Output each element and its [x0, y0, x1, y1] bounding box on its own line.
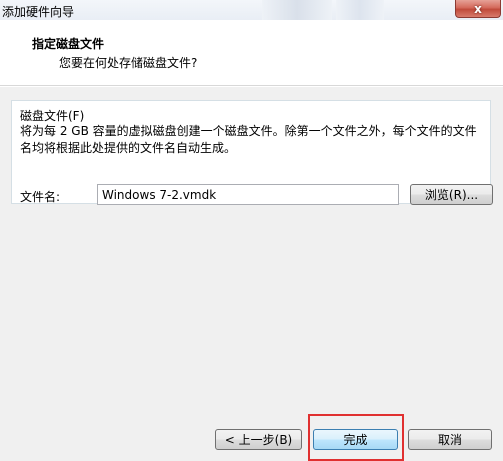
highlight-annotation-box — [308, 414, 404, 461]
browse-button[interactable]: 浏览(R)... — [410, 184, 493, 205]
filename-input[interactable] — [97, 184, 399, 205]
close-icon: x — [474, 1, 482, 16]
title-bar-decoration — [336, 0, 384, 20]
close-button[interactable]: x — [455, 0, 501, 18]
back-button[interactable]: < 上一步(B) — [215, 429, 302, 450]
disk-file-description: 将为每 2 GB 容量的虚拟磁盘创建一个磁盘文件。除第一个文件之外，每个文件的文… — [20, 124, 477, 155]
wizard-header: 指定磁盘文件 您要在何处存储磁盘文件? — [0, 20, 503, 86]
page-title: 指定磁盘文件 — [32, 37, 105, 51]
disk-file-group: 磁盘文件(F) 将为每 2 GB 容量的虚拟磁盘创建一个磁盘文件。除第一个文件之… — [11, 100, 493, 205]
title-bar-decoration — [262, 0, 332, 20]
add-hardware-wizard-window: 添加硬件向导 x 指定磁盘文件 您要在何处存储磁盘文件? 磁盘文件(F) 将为每… — [0, 0, 503, 461]
wizard-body: 磁盘文件(F) 将为每 2 GB 容量的虚拟磁盘创建一个磁盘文件。除第一个文件之… — [0, 87, 503, 461]
window-title: 添加硬件向导 — [2, 5, 75, 19]
filename-label: 文件名: — [20, 190, 61, 204]
title-bar: 添加硬件向导 x — [0, 0, 503, 20]
disk-file-group-label: 磁盘文件(F) — [20, 109, 85, 123]
cancel-button[interactable]: 取消 — [408, 429, 492, 450]
page-subtitle: 您要在何处存储磁盘文件? — [59, 56, 198, 70]
